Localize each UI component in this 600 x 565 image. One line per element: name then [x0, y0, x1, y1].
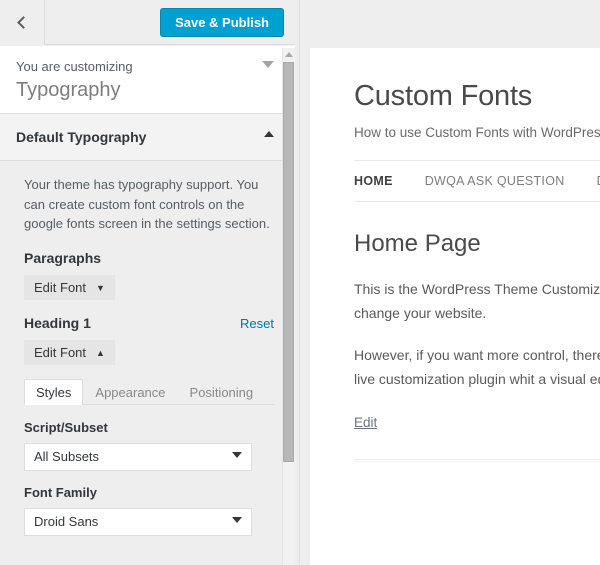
field-script-subset: Script/Subset All Subsets — [24, 419, 274, 471]
sidebar-scrollbar-thumb[interactable] — [283, 62, 294, 462]
section-title: Default Typography — [16, 129, 147, 145]
panel-title-bar[interactable]: You are customizing Typography — [0, 46, 300, 114]
select-value-script-subset: All Subsets — [34, 448, 100, 464]
reset-link-heading-1[interactable]: Reset — [240, 316, 274, 331]
preview-site-title: Custom Fonts — [354, 80, 533, 112]
edit-font-label-paragraphs: Edit Font — [34, 279, 87, 295]
triangle-up-icon — [284, 52, 293, 57]
chevron-down-icon — [232, 451, 242, 458]
customizer-scroll-area: You are customizing Typography Default T… — [0, 46, 300, 565]
preview-edit-link[interactable]: Edit — [354, 415, 377, 430]
chevron-down-icon — [232, 516, 242, 523]
chevron-up-icon[interactable] — [264, 131, 274, 137]
section-header-default-typography[interactable]: Default Typography — [0, 114, 300, 161]
preview-paragraph-1: This is the WordPress Theme Customizer, … — [354, 281, 600, 321]
scroll-up-button[interactable] — [282, 48, 295, 61]
section-controls: Your theme has typography support. You c… — [0, 161, 300, 565]
customizer-topbar: Save & Publish — [0, 0, 300, 45]
back-button[interactable] — [0, 0, 45, 45]
chevron-down-icon[interactable] — [262, 61, 274, 68]
field-label-script-subset: Script/Subset — [24, 419, 108, 435]
control-row-heading-1: Heading 1 Reset — [24, 313, 274, 333]
control-label-heading-1: Heading 1 — [24, 314, 91, 331]
chevron-left-icon — [17, 16, 30, 29]
preview-pane-wrapper: Custom Fonts How to use Custom Fonts wit… — [300, 0, 600, 565]
preview-nav: HOME DWQA ASK QUESTION DW — [354, 160, 600, 202]
panel-eyebrow: You are customizing — [16, 59, 133, 74]
tab-appearance[interactable]: Appearance — [83, 379, 177, 405]
nav-item-home[interactable]: HOME — [354, 174, 393, 188]
nav-item-dwqa-ask-question[interactable]: DWQA ASK QUESTION — [425, 174, 565, 188]
triangle-down-icon: ▼ — [96, 282, 105, 293]
customizer-screen: Save & Publish You are customizing Typog… — [0, 0, 600, 565]
save-and-publish-button[interactable]: Save & Publish — [160, 8, 284, 37]
tab-positioning[interactable]: Positioning — [178, 379, 266, 405]
edit-font-button-paragraphs[interactable]: Edit Font ▼ — [24, 274, 115, 300]
select-font-family[interactable]: Droid Sans — [24, 507, 252, 536]
field-font-family: Font Family Droid Sans — [24, 484, 274, 536]
select-value-font-family: Droid Sans — [34, 513, 99, 529]
field-label-font-family: Font Family — [24, 484, 97, 500]
triangle-up-icon: ▲ — [96, 347, 105, 358]
edit-font-label-heading-1: Edit Font — [34, 344, 87, 360]
site-preview-frame[interactable]: Custom Fonts How to use Custom Fonts wit… — [310, 48, 600, 565]
preview-content: Custom Fonts How to use Custom Fonts wit… — [310, 48, 600, 462]
panel-title: Typography — [16, 79, 121, 101]
nav-item-dw[interactable]: DW — [597, 174, 600, 188]
preview-post-title: Home Page — [354, 230, 481, 257]
edit-font-button-heading-1[interactable]: Edit Font ▲ — [24, 339, 115, 365]
section-description: Your theme has typography support. You c… — [24, 177, 270, 231]
font-editor-tabs: Styles Appearance Positioning — [24, 378, 274, 405]
control-label-paragraphs: Paragraphs — [24, 249, 102, 266]
preview-divider — [354, 459, 600, 462]
tab-styles[interactable]: Styles — [24, 378, 84, 405]
customizer-sidebar: Save & Publish You are customizing Typog… — [0, 0, 300, 565]
preview-tagline: How to use Custom Fonts with WordPress — [354, 125, 600, 140]
preview-paragraph-2: However, if you want more control, there… — [354, 347, 600, 387]
select-script-subset[interactable]: All Subsets — [24, 442, 252, 471]
